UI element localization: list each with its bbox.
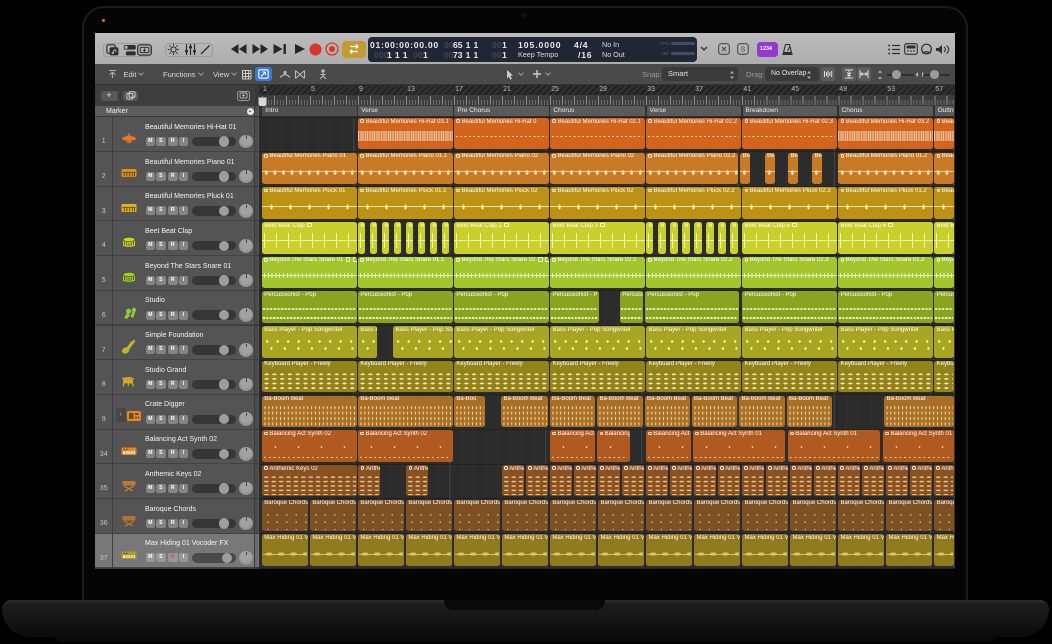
svg-text:S: S [741, 47, 746, 54]
